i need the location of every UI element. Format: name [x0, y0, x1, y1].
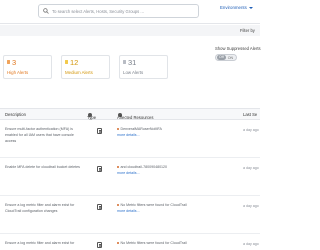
search-icon [43, 8, 49, 14]
last-seen: a day ago [243, 242, 259, 246]
toggle-off-label: Off [217, 55, 226, 60]
resource-name: and cloudtrail-780090480120 [120, 165, 168, 169]
last-seen: a day ago [243, 128, 259, 132]
affected-resources: No Metric filters were found for CloudTr… [117, 240, 187, 246]
search-input[interactable] [52, 6, 197, 16]
affected-resources: DenveralMARuserNoMFA more details... [117, 126, 162, 138]
low-alerts-card[interactable]: 31 Low Alerts [119, 55, 168, 79]
more-details-link[interactable]: more details... [117, 171, 140, 175]
high-severity-icon [7, 60, 10, 64]
column-type[interactable]: Type [87, 112, 96, 120]
medium-alerts-label: Medium Alerts [65, 70, 93, 75]
column-last-seen[interactable]: Last Se [243, 112, 257, 117]
resource-bullet-icon [117, 127, 119, 130]
global-search[interactable] [38, 4, 199, 18]
medium-alerts-card[interactable]: 12 Medium Alerts [61, 55, 110, 79]
resource-name: DenveralMARuserNoMFA [120, 127, 162, 131]
resource-name: No Metric filters were found for CloudTr… [120, 203, 187, 207]
document-icon [97, 128, 102, 134]
resource-bullet-icon [117, 241, 119, 244]
column-type-label: Type [87, 115, 97, 120]
affected-resources: and cloudtrail-780090480120 more details… [117, 164, 167, 176]
resource-bullet-icon [117, 165, 119, 168]
filter-by-button[interactable]: Filter by [240, 28, 255, 33]
document-icon [97, 204, 102, 210]
table-row[interactable]: Enable MFA delete for cloudtrail bucket … [0, 159, 260, 196]
top-bar: Environments [0, 0, 260, 24]
alert-description: Ensure multi-factor authentication (MFA)… [5, 127, 74, 143]
more-details-link[interactable]: more details... [117, 133, 140, 137]
table-row[interactable]: Ensure a log metric filter and alarm exi… [0, 197, 260, 234]
table-row[interactable]: Ensure multi-factor authentication (MFA)… [0, 121, 260, 158]
more-details-link[interactable]: more details... [117, 209, 140, 213]
low-alerts-label: Low Alerts [123, 70, 144, 75]
last-seen: a day ago [243, 166, 259, 170]
alert-description: Ensure a log metric filter and alarm exi… [5, 241, 75, 245]
environments-label: Environments [220, 5, 247, 10]
low-alerts-count: 31 [128, 58, 137, 67]
suppressed-alerts-label: Show Suppressed Alerts [215, 46, 261, 51]
suppressed-alerts-toggle[interactable]: Off ON [215, 54, 237, 61]
alert-description: Enable MFA delete for cloudtrail bucket … [5, 165, 80, 169]
document-icon [97, 166, 102, 172]
alert-description: Ensure a log metric filter and alarm exi… [5, 203, 75, 213]
document-icon [97, 242, 102, 248]
medium-severity-icon [65, 60, 68, 64]
column-description[interactable]: Description [5, 112, 26, 117]
high-alerts-label: High Alerts [7, 70, 29, 75]
alerts-table-header: Description Type Affected Resources Last… [0, 108, 260, 120]
chevron-down-icon [248, 6, 253, 9]
high-alerts-count: 3 [12, 58, 17, 67]
toggle-on-label: ON [227, 55, 234, 60]
resource-name: No Metric filters were found for CloudTr… [120, 241, 187, 245]
affected-resources: No Metric filters were found for CloudTr… [117, 202, 187, 214]
high-alerts-card[interactable]: 3 High Alerts [3, 55, 52, 79]
low-severity-icon [123, 60, 126, 64]
resource-bullet-icon [117, 203, 119, 206]
environments-dropdown[interactable]: Environments [220, 5, 253, 10]
column-resources-label: Affected Resources [117, 115, 154, 120]
filter-bar [0, 25, 260, 36]
medium-alerts-count: 12 [70, 58, 79, 67]
last-seen: a day ago [243, 204, 259, 208]
column-affected-resources[interactable]: Affected Resources [117, 112, 153, 120]
table-row[interactable]: Ensure a log metric filter and alarm exi… [0, 235, 260, 250]
